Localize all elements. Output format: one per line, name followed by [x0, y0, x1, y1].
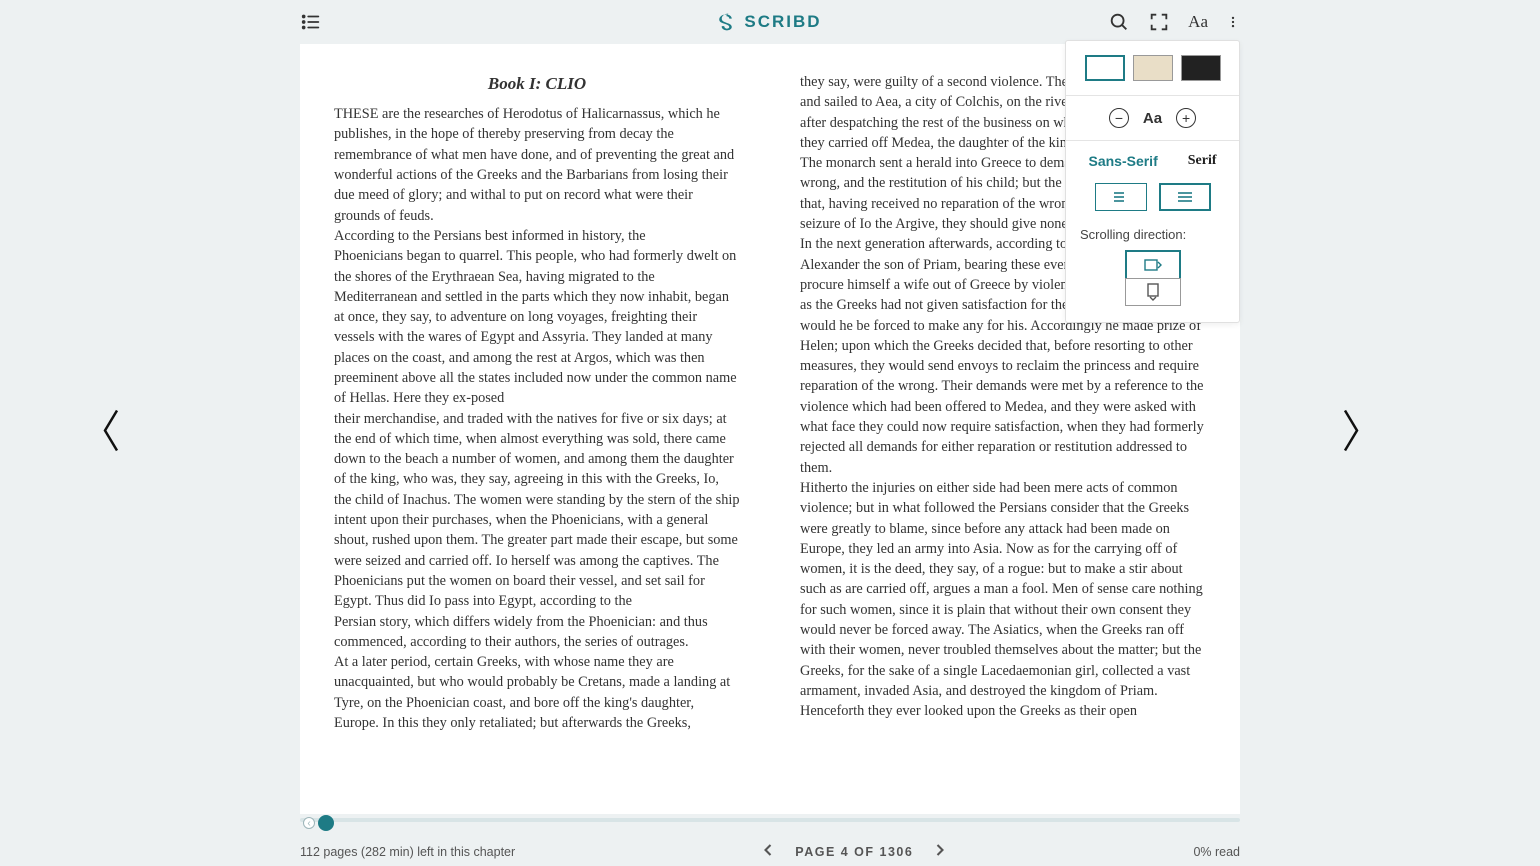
layout-two-column[interactable]	[1159, 183, 1211, 211]
percent-read-label: 0% read	[1193, 845, 1240, 859]
scroll-horizontal[interactable]	[1125, 250, 1181, 278]
scroll-label: Scrolling direction:	[1080, 227, 1225, 242]
book-title: Book I: CLIO	[334, 72, 740, 96]
page-next-button[interactable]	[935, 843, 945, 860]
font-family-row: Sans-Serif Serif	[1080, 153, 1225, 169]
font-size-increase[interactable]: +	[1176, 108, 1196, 128]
brand-logo[interactable]: SCRIBD	[718, 12, 821, 32]
pages-left-label: 112 pages (282 min) left in this chapter	[300, 845, 515, 859]
progress-handle[interactable]	[318, 815, 334, 831]
layout-row	[1080, 183, 1225, 211]
scroll-row	[1080, 250, 1225, 306]
scroll-vertical[interactable]	[1125, 278, 1181, 306]
theme-light[interactable]	[1085, 55, 1125, 81]
search-icon[interactable]	[1108, 11, 1130, 33]
progress-track[interactable]: ‹	[300, 818, 1240, 822]
prev-page-button[interactable]	[96, 407, 126, 460]
brand-text: SCRIBD	[744, 12, 821, 32]
text-column-left: Book I: CLIO THESE are the researches of…	[334, 72, 740, 733]
next-page-button[interactable]	[1336, 407, 1366, 460]
display-settings-icon[interactable]: Aa	[1188, 12, 1208, 32]
body-text-left: THESE are the researches of Herodotus of…	[334, 104, 740, 733]
top-toolbar: SCRIBD Aa	[0, 0, 1540, 44]
font-size-row: − Aa +	[1080, 108, 1225, 128]
footer-bar: ‹ 112 pages (282 min) left in this chapt…	[300, 814, 1240, 866]
progress-prev-marker[interactable]: ‹	[303, 817, 315, 829]
theme-dark[interactable]	[1181, 55, 1221, 81]
more-icon[interactable]	[1226, 11, 1240, 33]
page-label: PAGE 4 OF 1306	[795, 845, 913, 859]
font-size-label: Aa	[1143, 110, 1162, 127]
font-sans-option[interactable]: Sans-Serif	[1088, 153, 1157, 169]
display-settings-popup: − Aa + Sans-Serif Serif Scrolling direct…	[1065, 40, 1240, 323]
theme-row	[1080, 55, 1225, 81]
fullscreen-icon[interactable]	[1148, 11, 1170, 33]
font-serif-option[interactable]: Serif	[1188, 153, 1217, 169]
page-indicator: PAGE 4 OF 1306	[763, 843, 945, 860]
font-size-decrease[interactable]: −	[1109, 108, 1129, 128]
toc-icon[interactable]	[300, 11, 322, 33]
theme-sepia[interactable]	[1133, 55, 1173, 81]
page-prev-button[interactable]	[763, 843, 773, 860]
layout-single-column[interactable]	[1095, 183, 1147, 211]
